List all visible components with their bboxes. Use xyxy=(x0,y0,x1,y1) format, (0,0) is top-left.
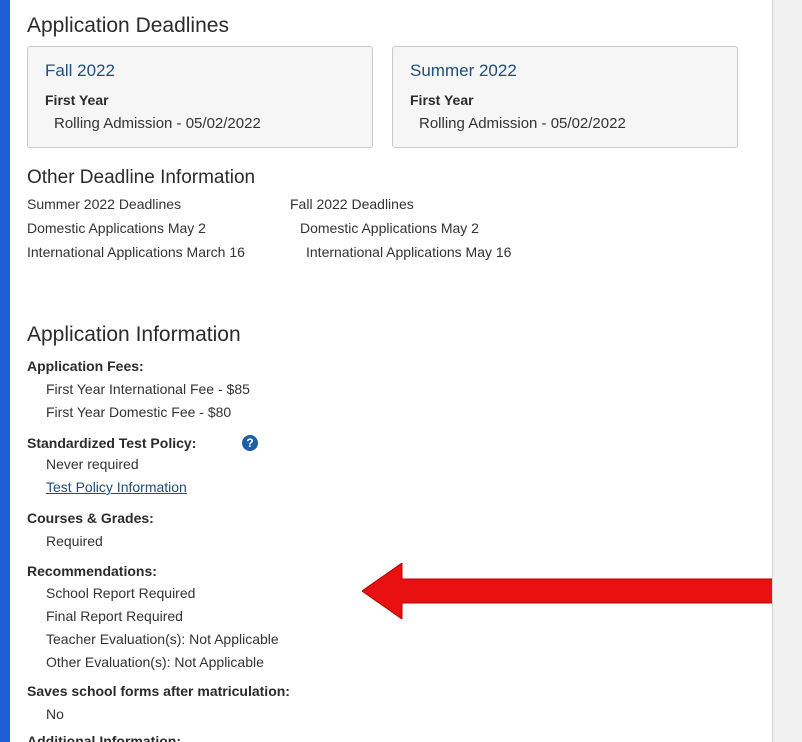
card-desc: Rolling Admission - 05/02/2022 xyxy=(54,115,261,132)
test-policy-link[interactable]: Test Policy Information xyxy=(46,479,187,495)
summer-domestic: Domestic Applications May 2 xyxy=(27,220,206,236)
test-policy-label: Standardized Test Policy: xyxy=(27,435,197,451)
summer-international: International Applications March 16 xyxy=(27,244,245,260)
card-term: Fall 2022 xyxy=(45,61,115,80)
fall-deadlines-title: Fall 2022 Deadlines xyxy=(290,196,414,212)
card-desc: Rolling Admission - 05/02/2022 xyxy=(419,115,626,132)
deadline-card-fall: Fall 2022 First Year Rolling Admission -… xyxy=(27,46,373,148)
courses-grades-value: Required xyxy=(46,533,103,549)
test-policy-value: Never required xyxy=(46,456,139,472)
content-panel: Application Deadlines Fall 2022 First Ye… xyxy=(10,0,772,742)
scrollbar[interactable] xyxy=(772,0,802,742)
recommendations-label: Recommendations: xyxy=(27,563,157,579)
application-fees-label: Application Fees: xyxy=(27,358,144,374)
fall-domestic: Domestic Applications May 2 xyxy=(300,220,479,236)
question-circle-icon[interactable]: ? xyxy=(242,435,258,451)
saves-forms-value: No xyxy=(46,706,64,722)
left-arrow-icon xyxy=(362,563,772,619)
summer-deadlines-title: Summer 2022 Deadlines xyxy=(27,196,182,212)
rec-other-eval: Other Evaluation(s): Not Applicable xyxy=(46,654,264,670)
fall-international: International Applications May 16 xyxy=(306,244,512,260)
other-deadline-heading: Other Deadline Information xyxy=(27,167,256,188)
card-type: First Year xyxy=(45,92,109,108)
courses-grades-label: Courses & Grades: xyxy=(27,510,154,526)
saves-forms-label: Saves school forms after matriculation: xyxy=(27,683,290,699)
card-type: First Year xyxy=(410,92,474,108)
additional-info-label: Additional Information: xyxy=(27,733,181,742)
rec-school-report: School Report Required xyxy=(46,585,196,601)
rec-teacher-eval: Teacher Evaluation(s): Not Applicable xyxy=(46,631,279,647)
application-info-heading: Application Information xyxy=(27,323,241,346)
card-term: Summer 2022 xyxy=(410,61,517,80)
rec-final-report: Final Report Required xyxy=(46,608,183,624)
fee-domestic: First Year Domestic Fee - $80 xyxy=(46,404,232,420)
deadlines-heading: Application Deadlines xyxy=(27,14,229,37)
fee-international: First Year International Fee - $85 xyxy=(46,381,250,397)
deadline-card-summer: Summer 2022 First Year Rolling Admission… xyxy=(392,46,738,148)
